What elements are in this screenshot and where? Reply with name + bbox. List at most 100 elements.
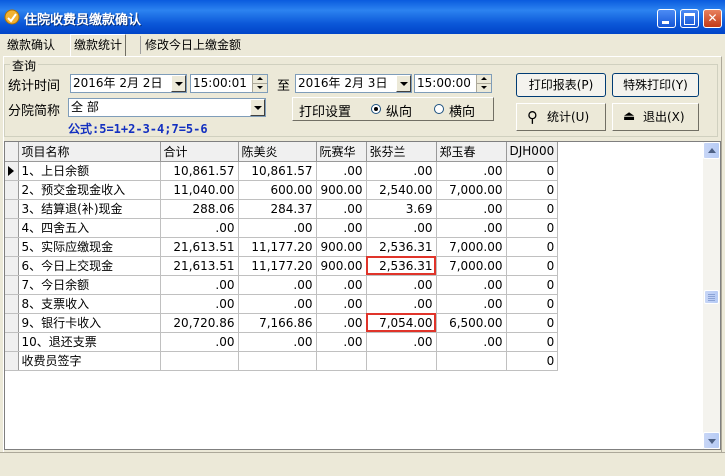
amount-cell[interactable]: .00	[436, 199, 507, 219]
table-row[interactable]: 4、四舍五入 .00.00.00.00.00 0	[5, 218, 559, 238]
special-print-button[interactable]: 特殊打印(Y)	[612, 73, 699, 97]
amount-cell[interactable]: 0	[506, 275, 559, 295]
vertical-scrollbar[interactable]	[703, 142, 720, 449]
table-row[interactable]: 收费员签字 0	[5, 351, 559, 371]
amount-cell[interactable]: 0	[506, 351, 559, 371]
item-name-cell[interactable]: 6、今日上交现金	[18, 256, 161, 276]
amount-cell[interactable]: 7,000.00	[436, 237, 507, 257]
row-indicator[interactable]	[5, 237, 19, 257]
time-from-spin-buttons[interactable]	[252, 75, 267, 92]
table-row[interactable]: 2、预交金现金收入 11,040.00 600.00 900.00 2,540.00 7,…	[5, 180, 559, 200]
amount-cell[interactable]: 7,166.86	[238, 313, 317, 333]
amount-cell[interactable]: .00	[316, 313, 367, 333]
column-header[interactable]: 项目名称	[18, 142, 161, 162]
amount-cell[interactable]: .00	[436, 275, 507, 295]
amount-cell[interactable]: 6,500.00	[436, 313, 507, 333]
amount-cell[interactable]: .00	[366, 332, 437, 352]
amount-cell[interactable]: .00	[366, 294, 437, 314]
date-to-picker[interactable]: 2016年 2月 3日	[295, 74, 412, 93]
amount-cell[interactable]: 900.00	[316, 256, 367, 276]
amount-cell[interactable]: 7,000.00	[436, 180, 507, 200]
amount-cell[interactable]: .00	[316, 218, 367, 238]
amount-cell[interactable]	[160, 351, 239, 371]
branch-select[interactable]: 全 部	[68, 98, 266, 117]
maximize-button[interactable]	[680, 9, 699, 28]
row-indicator[interactable]	[5, 275, 19, 295]
amount-cell[interactable]: 11,177.20	[238, 256, 317, 276]
row-indicator[interactable]	[5, 351, 19, 371]
amount-cell[interactable]: 2,536.31	[366, 256, 437, 276]
amount-cell[interactable]: .00	[160, 218, 239, 238]
column-header[interactable]: 合计	[160, 142, 239, 162]
row-indicator[interactable]	[5, 218, 19, 238]
amount-cell[interactable]: 900.00	[316, 237, 367, 257]
scroll-down-button[interactable]	[703, 432, 720, 449]
amount-cell[interactable]: 900.00	[316, 180, 367, 200]
amount-cell[interactable]: .00	[436, 161, 507, 181]
tab-payment-stats[interactable]: 缴款统计	[70, 34, 127, 56]
amount-cell[interactable]: .00	[316, 199, 367, 219]
amount-cell[interactable]: 0	[506, 199, 559, 219]
table-row[interactable]: 5、实际应缴现金 21,613.51 11,177.20 900.00 2,536.31…	[5, 237, 559, 257]
amount-cell[interactable]: 288.06	[160, 199, 239, 219]
amount-cell[interactable]: .00	[436, 218, 507, 238]
time-to-spin-buttons[interactable]	[476, 75, 491, 92]
table-row[interactable]: 3、结算退(补)现金 288.06 284.37.00 3.69.00 0	[5, 199, 559, 219]
item-name-cell[interactable]: 收费员签字	[18, 351, 161, 371]
amount-cell[interactable]: .00	[160, 275, 239, 295]
amount-cell[interactable]: .00	[366, 218, 437, 238]
print-report-button[interactable]: 打印报表(P)	[516, 73, 606, 97]
column-header[interactable]: 郑玉春	[436, 142, 507, 162]
amount-cell[interactable]: 0	[506, 256, 559, 276]
amount-cell[interactable]: 2,540.00	[366, 180, 437, 200]
amount-cell[interactable]: 0	[506, 180, 559, 200]
amount-cell[interactable]: 11,040.00	[160, 180, 239, 200]
time-from-spinner[interactable]: 15:00:01	[190, 74, 268, 93]
item-name-cell[interactable]: 3、结算退(补)现金	[18, 199, 161, 219]
table-row[interactable]: 6、今日上交现金 21,613.51 11,177.20 900.00 2,536.31…	[5, 256, 559, 276]
amount-cell[interactable]: 0	[506, 218, 559, 238]
amount-cell[interactable]	[238, 351, 317, 371]
exit-button[interactable]: ⏏ 退出(X)	[612, 103, 699, 131]
date-to-dropdown-button[interactable]	[396, 75, 411, 92]
amount-cell[interactable]	[366, 351, 437, 371]
amount-cell[interactable]: 21,613.51	[160, 237, 239, 257]
row-indicator[interactable]	[5, 256, 19, 276]
amount-cell[interactable]: 0	[506, 237, 559, 257]
radio-horizontal[interactable]	[434, 104, 444, 114]
amount-cell[interactable]: .00	[316, 332, 367, 352]
column-header[interactable]: 张芬兰	[366, 142, 437, 162]
item-name-cell[interactable]: 5、实际应缴现金	[18, 237, 161, 257]
item-name-cell[interactable]: 9、银行卡收入	[18, 313, 161, 333]
item-name-cell[interactable]: 8、支票收入	[18, 294, 161, 314]
item-name-cell[interactable]: 1、上日余额	[18, 161, 161, 181]
row-indicator[interactable]	[5, 332, 19, 352]
stats-button[interactable]: ⚲ 统计(U)	[516, 103, 606, 131]
table-row[interactable]: 9、银行卡收入 20,720.86 7,166.86.00 7,054.00 6,500…	[5, 313, 559, 333]
tab-modify-today-amount[interactable]: 修改今日上缴金额	[142, 36, 244, 55]
row-indicator[interactable]	[5, 161, 19, 181]
radio-horizontal-label[interactable]: 横向	[449, 101, 475, 120]
amount-cell[interactable]: .00	[238, 275, 317, 295]
time-to-spinner[interactable]: 15:00:00	[414, 74, 492, 93]
date-from-dropdown-button[interactable]	[171, 75, 186, 92]
radio-vertical[interactable]	[371, 104, 381, 114]
amount-cell[interactable]: 0	[506, 313, 559, 333]
amount-cell[interactable]: .00	[238, 294, 317, 314]
item-name-cell[interactable]: 10、退还支票	[18, 332, 161, 352]
column-header[interactable]: DJH000	[506, 142, 559, 162]
row-indicator[interactable]	[5, 294, 19, 314]
amount-cell[interactable]: .00	[366, 161, 437, 181]
item-name-cell[interactable]: 2、预交金现金收入	[18, 180, 161, 200]
radio-vertical-label[interactable]: 纵向	[386, 101, 412, 120]
table-row[interactable]: 10、退还支票 .00.00.00.00.00 0	[5, 332, 559, 352]
amount-cell[interactable]: 10,861.57	[238, 161, 317, 181]
branch-dropdown-button[interactable]	[250, 99, 265, 116]
stats-grid[interactable]: 项目名称 合计 陈美炎 阮赛华 张芬兰 郑玉春 DJH000 1、上日余额 10,…	[4, 141, 721, 450]
tab-payment-confirm[interactable]: 缴款确认	[4, 36, 58, 55]
amount-cell[interactable]	[436, 351, 507, 371]
row-indicator[interactable]	[5, 199, 19, 219]
table-row[interactable]: 8、支票收入 .00.00.00.00.00 0	[5, 294, 559, 314]
amount-cell[interactable]: 0	[506, 161, 559, 181]
amount-cell[interactable]: 3.69	[366, 199, 437, 219]
